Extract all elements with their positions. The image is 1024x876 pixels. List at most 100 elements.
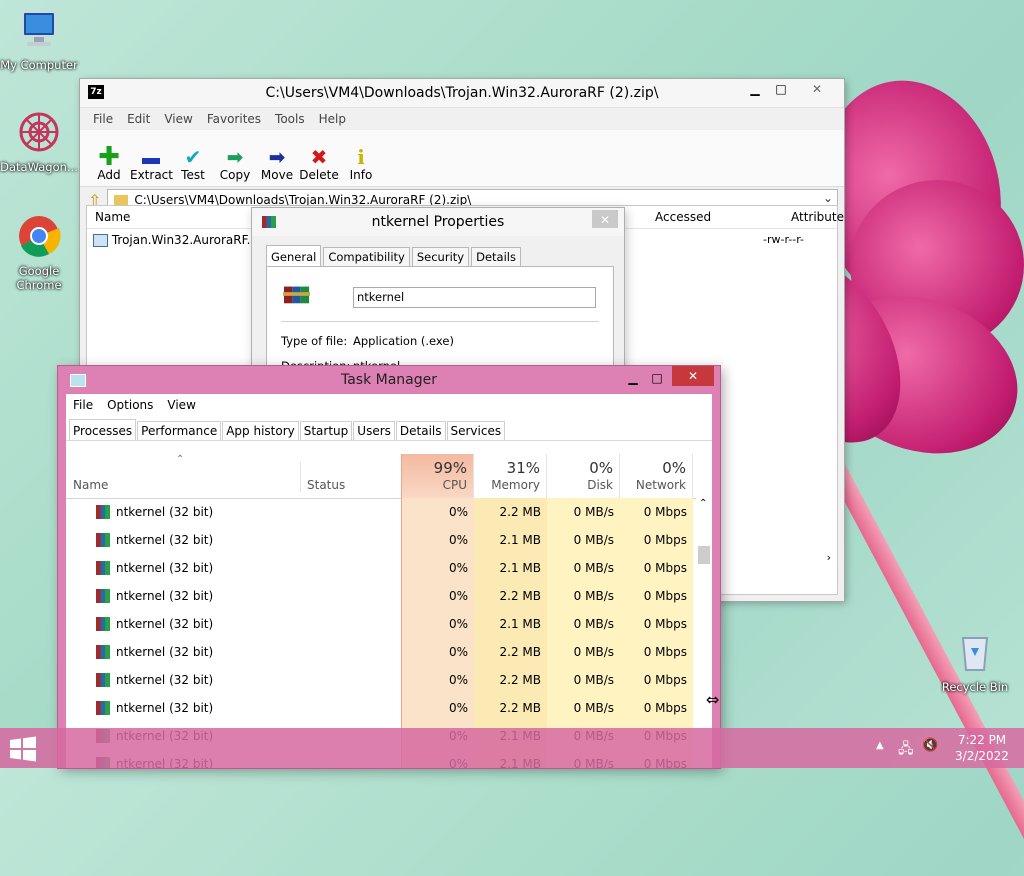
- tab-general[interactable]: General: [266, 245, 322, 266]
- tab-details[interactable]: Details: [471, 247, 521, 266]
- process-row[interactable]: ntkernel (32 bit) 0% 2.1 MB 0 MB/s 0 Mbps: [66, 554, 712, 582]
- process-disk: 0 MB/s: [573, 561, 614, 575]
- properties-titlebar[interactable]: ntkernel Properties ✕: [252, 208, 624, 236]
- windows-logo-icon: [10, 736, 36, 762]
- process-memory: 2.2 MB: [499, 645, 541, 659]
- process-cpu: 0%: [448, 701, 468, 715]
- properties-general-panel: ntkernel Type of file: Application (.exe…: [266, 266, 614, 375]
- plus-icon: ✚: [98, 142, 120, 172]
- column-accessed[interactable]: Accessed: [655, 210, 711, 224]
- maximize-button[interactable]: □: [642, 368, 672, 388]
- column-memory[interactable]: 31% Memory: [474, 454, 547, 498]
- process-row[interactable]: ntkernel (32 bit) 0% 2.2 MB 0 MB/s 0 Mbps: [66, 694, 712, 722]
- file-name: Trojan.Win32.AuroraRF....: [111, 233, 262, 247]
- tab-performance[interactable]: Performance: [137, 421, 222, 440]
- type-label: Type of file:: [281, 334, 348, 348]
- maximize-button[interactable]: □: [766, 79, 796, 99]
- type-value: Application (.exe): [353, 334, 454, 348]
- scrollbar-thumb[interactable]: [698, 546, 710, 564]
- extract-button[interactable]: Extract: [130, 146, 173, 186]
- menu-tools[interactable]: Tools: [268, 112, 312, 126]
- delete-button[interactable]: ✖ Delete: [298, 146, 340, 186]
- process-name: ntkernel (32 bit): [116, 505, 214, 519]
- add-label: Add: [97, 168, 121, 182]
- menu-edit[interactable]: Edit: [120, 112, 157, 126]
- column-status[interactable]: Status: [307, 478, 345, 492]
- menu-options[interactable]: Options: [100, 398, 160, 412]
- desktop-icon-datawagon[interactable]: DataWagon...: [0, 110, 78, 174]
- tab-compatibility[interactable]: Compatibility: [323, 247, 410, 266]
- close-button[interactable]: ✕: [802, 79, 832, 99]
- tab-users[interactable]: Users: [353, 421, 395, 440]
- recycle-bin-icon: [961, 637, 989, 671]
- process-cpu: 0%: [448, 589, 468, 603]
- process-network: 0 Mbps: [643, 645, 687, 659]
- process-row[interactable]: ntkernel (32 bit) 0% 2.2 MB 0 MB/s 0 Mbps: [66, 498, 712, 526]
- menu-file[interactable]: File: [86, 112, 120, 126]
- menu-view[interactable]: View: [160, 398, 202, 412]
- desktop-icon-label: My Computer: [0, 58, 78, 72]
- resize-cursor-icon: ⇔: [706, 690, 720, 709]
- test-button[interactable]: ✔ Test: [172, 146, 214, 186]
- scroll-up-icon[interactable]: ⌃: [699, 498, 707, 509]
- desktop-icon-chrome[interactable]: Google Chrome: [0, 214, 78, 292]
- process-name: ntkernel (32 bit): [116, 701, 214, 715]
- process-disk: 0 MB/s: [573, 645, 614, 659]
- task-manager-titlebar[interactable]: Task Manager ▁ □ ✕: [58, 366, 720, 394]
- tab-security[interactable]: Security: [411, 247, 470, 266]
- 7zip-titlebar[interactable]: 7z C:\Users\VM4\Downloads\Trojan.Win32.A…: [80, 79, 844, 108]
- disk-label: Disk: [587, 478, 613, 492]
- tab-services[interactable]: Services: [446, 421, 506, 440]
- column-disk[interactable]: 0% Disk: [547, 454, 620, 498]
- clock[interactable]: 7:22 PM 3/2/2022: [952, 732, 1012, 764]
- cpu-percent: 99%: [433, 459, 467, 477]
- tab-startup[interactable]: Startup: [299, 421, 353, 440]
- menu-file[interactable]: File: [66, 398, 100, 412]
- task-manager-tabs: Processes Performance App history Startu…: [66, 416, 712, 441]
- tab-app-history[interactable]: App history: [222, 421, 299, 440]
- scroll-right-icon[interactable]: ›: [827, 551, 831, 564]
- column-name[interactable]: Name: [95, 210, 130, 224]
- process-network: 0 Mbps: [643, 505, 687, 519]
- chrome-icon: [19, 216, 61, 257]
- process-disk: 0 MB/s: [573, 505, 614, 519]
- volume-muted-icon[interactable]: 🔇: [922, 738, 938, 753]
- menu-view[interactable]: View: [157, 112, 199, 126]
- double-arrow-icon: ➡: [226, 145, 244, 169]
- column-network[interactable]: 0% Network: [620, 454, 693, 498]
- move-button[interactable]: ➡ Move: [256, 146, 298, 186]
- test-label: Test: [181, 168, 205, 182]
- show-hidden-icons-icon[interactable]: ▲: [876, 740, 884, 751]
- menu-help[interactable]: Help: [312, 112, 353, 126]
- info-button[interactable]: i Info: [340, 146, 382, 186]
- column-name[interactable]: Name: [73, 478, 108, 492]
- column-attributes[interactable]: Attribute: [791, 210, 844, 224]
- column-cpu[interactable]: 99% CPU: [401, 454, 474, 498]
- process-network: 0 Mbps: [643, 673, 687, 687]
- desktop-icon-my-computer[interactable]: My Computer: [0, 8, 78, 72]
- desktop-icon-recycle-bin[interactable]: Recycle Bin: [936, 630, 1014, 694]
- filename-field[interactable]: ntkernel: [353, 287, 596, 308]
- memory-label: Memory: [491, 478, 540, 492]
- copy-label: Copy: [219, 168, 251, 182]
- process-row[interactable]: ntkernel (32 bit) 0% 2.1 MB 0 MB/s 0 Mbps: [66, 526, 712, 554]
- process-row[interactable]: ntkernel (32 bit) 0% 2.1 MB 0 MB/s 0 Mbps: [66, 610, 712, 638]
- process-network: 0 Mbps: [643, 589, 687, 603]
- tab-processes[interactable]: Processes: [69, 419, 137, 440]
- start-button[interactable]: [8, 736, 38, 762]
- process-memory: 2.2 MB: [499, 701, 541, 715]
- close-button[interactable]: ✕: [672, 366, 714, 386]
- process-row[interactable]: ntkernel (32 bit) 0% 2.2 MB 0 MB/s 0 Mbps: [66, 582, 712, 610]
- network-icon[interactable]: 🖧: [898, 738, 914, 762]
- chevron-down-icon[interactable]: ⌄: [823, 191, 833, 205]
- properties-close-button[interactable]: ✕: [592, 210, 618, 228]
- copy-button[interactable]: ➡ Copy: [214, 146, 256, 186]
- add-button[interactable]: ✚ Add: [88, 142, 130, 186]
- winrar-process-icon: [96, 645, 110, 659]
- process-network: 0 Mbps: [643, 533, 687, 547]
- process-row[interactable]: ntkernel (32 bit) 0% 2.2 MB 0 MB/s 0 Mbps: [66, 666, 712, 694]
- desktop-icon-label: Recycle Bin: [941, 680, 1009, 694]
- process-row[interactable]: ntkernel (32 bit) 0% 2.2 MB 0 MB/s 0 Mbps: [66, 638, 712, 666]
- menu-favorites[interactable]: Favorites: [200, 112, 268, 126]
- tab-details[interactable]: Details: [395, 421, 446, 440]
